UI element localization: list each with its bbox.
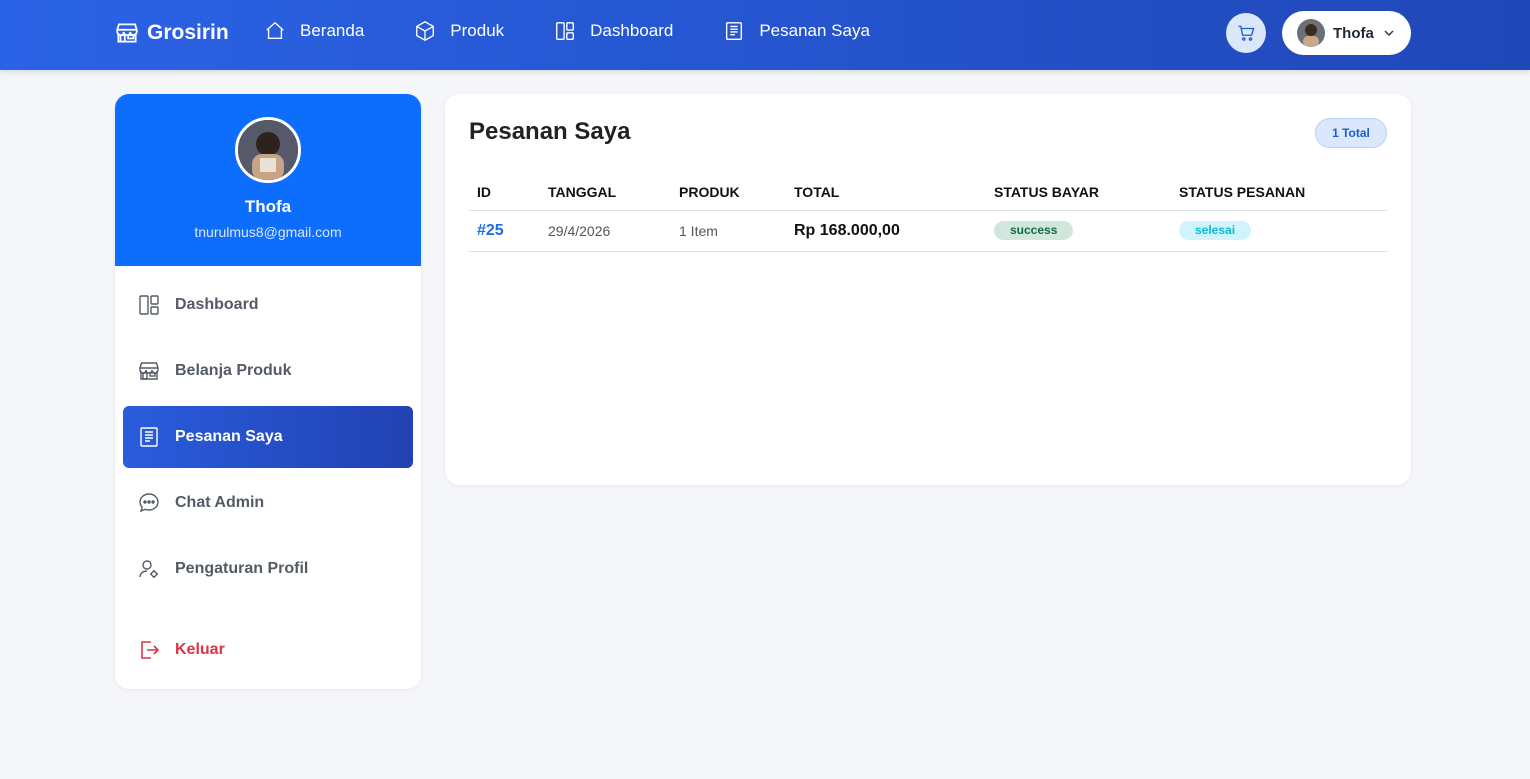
sidebar-item-label: Dashboard [175, 296, 259, 313]
pay-status-badge: success [994, 221, 1074, 240]
table-header-row: ID TANGGAL PRODUK TOTAL STATUS BAYAR STA… [469, 174, 1387, 211]
sidebar-item-profile-settings[interactable]: Pengaturan Profil [123, 538, 413, 600]
brand-logo[interactable]: Grosirin [114, 18, 229, 48]
sidebar: Thofa tnurulmus8@gmail.com Dashboard Bel… [115, 94, 421, 689]
order-total: Rp 168.000,00 [786, 210, 986, 252]
top-navbar: Grosirin Beranda Produk Dashboard Pesana… [0, 0, 1530, 70]
page-title: Pesanan Saya [469, 118, 631, 145]
orders-table: ID TANGGAL PRODUK TOTAL STATUS BAYAR STA… [469, 174, 1387, 252]
order-status-cell: selesai [1171, 210, 1387, 252]
sidebar-item-pesanan[interactable]: Pesanan Saya [123, 406, 413, 468]
profile-email: tnurulmus8@gmail.com [194, 224, 342, 240]
profile-name: Thofa [244, 197, 292, 216]
sidebar-item-dashboard[interactable]: Dashboard [123, 274, 413, 336]
sidebar-item-label: Chat Admin [175, 494, 265, 511]
cart-button[interactable] [1226, 13, 1266, 53]
pay-status-cell: success [986, 210, 1171, 252]
sidebar-menu: Dashboard Belanja Produk Pesanan Saya Ch… [123, 274, 413, 659]
total-badge: 1 Total [1315, 118, 1387, 148]
nav-link-produk[interactable]: Produk [414, 20, 504, 42]
chat-icon [139, 493, 159, 513]
sidebar-item-label: Pengaturan Profil [175, 560, 309, 577]
order-product: 1 Item [671, 210, 786, 252]
orders-card: Pesanan Saya 1 Total ID TANGGAL PRODUK T… [445, 94, 1411, 485]
nav-link-label: Dashboard [590, 21, 674, 40]
receipt-icon [726, 22, 743, 40]
nav-link-beranda[interactable]: Beranda [264, 20, 364, 42]
nav-link-pesanan[interactable]: Pesanan Saya [723, 20, 870, 42]
brand-name: Grosirin [147, 21, 229, 44]
order-date: 29/4/2026 [540, 210, 671, 252]
home-icon [266, 21, 284, 40]
logout-icon [141, 641, 160, 659]
nav-links: Beranda Produk Dashboard Pesanan Saya [264, 18, 920, 44]
column-header: TANGGAL [540, 174, 671, 211]
nav-link-dashboard[interactable]: Dashboard [554, 20, 673, 42]
shop-icon [116, 23, 138, 43]
dashboard-icon [556, 22, 575, 40]
column-header: TOTAL [786, 174, 986, 211]
column-header: STATUS PESANAN [1171, 174, 1387, 211]
profile-header: Thofa tnurulmus8@gmail.com [115, 94, 421, 266]
logout-label: Keluar [175, 641, 225, 658]
cart-icon [1238, 25, 1255, 41]
column-header: PRODUK [671, 174, 786, 211]
nav-link-label: Beranda [300, 21, 365, 40]
sidebar-item-chat[interactable]: Chat Admin [123, 472, 413, 534]
user-menu-button[interactable]: Thofa [1282, 11, 1411, 55]
profile-avatar [235, 117, 301, 183]
user-gear-icon [139, 560, 158, 578]
chevron-down-icon [1384, 30, 1394, 36]
logout-button[interactable]: Keluar [123, 620, 413, 680]
order-id-link[interactable]: #25 [469, 210, 540, 252]
order-status-badge: selesai [1179, 221, 1252, 240]
column-header: ID [469, 174, 540, 211]
user-name: Thofa [1333, 24, 1374, 42]
sidebar-item-belanja[interactable]: Belanja Produk [123, 340, 413, 402]
nav-link-label: Pesanan Saya [759, 21, 870, 40]
sidebar-item-label: Belanja Produk [175, 362, 292, 379]
dashboard-icon [139, 295, 159, 315]
avatar [1297, 19, 1325, 47]
receipt-icon [140, 427, 158, 447]
shop-icon [139, 362, 159, 380]
nav-link-label: Produk [450, 21, 505, 40]
sidebar-item-label: Pesanan Saya [175, 428, 283, 445]
box-icon [416, 21, 435, 41]
column-header: STATUS BAYAR [986, 174, 1171, 211]
table-row[interactable]: #25 29/4/2026 1 Item Rp 168.000,00 succe… [469, 210, 1387, 252]
